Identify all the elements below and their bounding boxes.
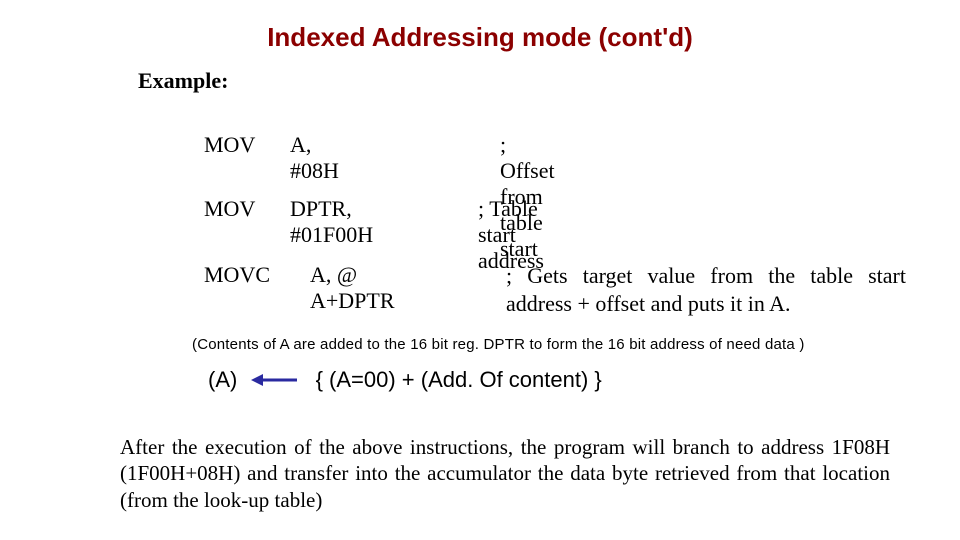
- equation-lhs: (A): [208, 367, 237, 393]
- equation-rhs: { (A=00) + (Add. Of content) }: [316, 367, 602, 393]
- contents-note: (Contents of A are added to the 16 bit r…: [192, 336, 932, 353]
- after-text: After the execution of the above instruc…: [120, 434, 890, 513]
- operand: A, @ A+DPTR: [310, 262, 395, 314]
- slide-title: Indexed Addressing mode (cont'd): [0, 22, 960, 53]
- arrow-left-icon: [251, 372, 299, 388]
- mnemonic: MOVC: [204, 262, 270, 288]
- equation: (A) { (A=00) + (Add. Of content) }: [208, 366, 602, 393]
- mnemonic: MOV: [204, 196, 255, 222]
- operand: A, #08H: [290, 132, 339, 184]
- slide: Indexed Addressing mode (cont'd) Example…: [0, 0, 960, 540]
- mnemonic: MOV: [204, 132, 255, 158]
- example-label: Example:: [138, 68, 228, 94]
- operand: DPTR, #01F00H: [290, 196, 373, 248]
- comment: ; Gets target value from the table start…: [506, 262, 906, 317]
